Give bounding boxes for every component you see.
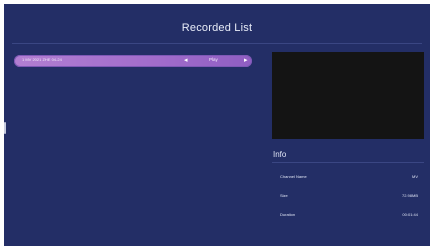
info-row-channel-name: Channel Name MV	[280, 174, 418, 182]
recorded-list-screen: Recorded List 1 MV 2021 ZHE 04-24 ◂ Play…	[4, 4, 430, 246]
video-preview	[272, 52, 424, 139]
info-row-duration: Duration 00:01:44	[280, 212, 418, 220]
info-value: MV	[412, 174, 418, 179]
side-tab-indicator	[4, 122, 6, 134]
right-arrow-icon[interactable]: ▸	[244, 56, 248, 66]
left-arrow-icon[interactable]: ◂	[184, 56, 188, 66]
info-value: 72.98MB	[401, 193, 418, 198]
list-item-recording[interactable]: 1 MV 2021 ZHE 04-24 ◂ Play ▸	[14, 55, 252, 67]
info-label: Size	[280, 193, 288, 198]
title-divider	[12, 43, 422, 44]
info-label: Channel Name	[280, 174, 307, 179]
recording-list: 1 MV 2021 ZHE 04-24 ◂ Play ▸	[12, 50, 262, 240]
recording-name: 1 MV 2021 ZHE 04-24	[22, 57, 62, 62]
info-divider	[272, 162, 424, 163]
info-value: 00:01:44	[402, 212, 418, 217]
page-title: Recorded List	[181, 22, 253, 34]
info-row-size: Size 72.98MB	[280, 193, 418, 201]
info-label: Duration	[280, 212, 296, 217]
play-option[interactable]: Play	[209, 57, 218, 62]
info-title: Info	[273, 150, 287, 159]
